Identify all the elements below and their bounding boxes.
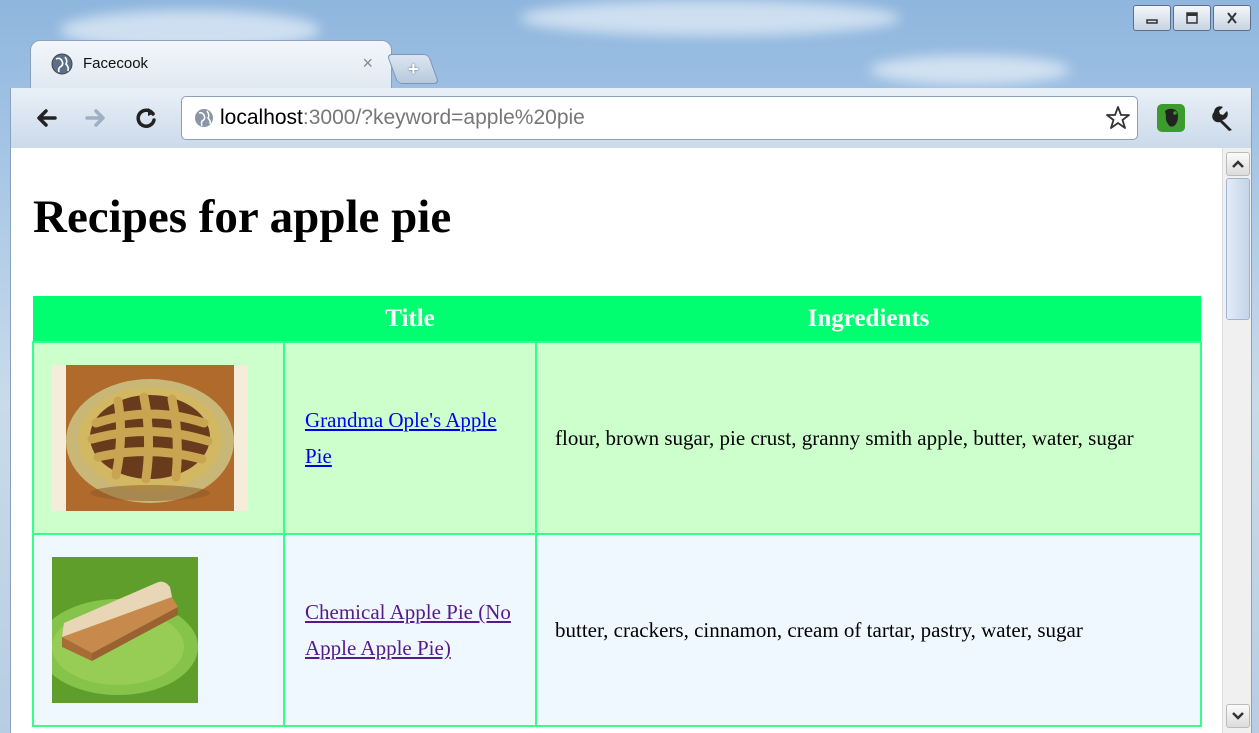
wrench-icon[interactable] bbox=[1208, 103, 1238, 133]
toolbar: localhost:3000/?keyword=apple%20pie bbox=[10, 88, 1252, 148]
recipe-image-pie-slice[interactable] bbox=[52, 557, 198, 703]
table-row: Chemical Apple Pie (No Apple Apple Pie) … bbox=[32, 533, 1202, 727]
tab-title: Facecook bbox=[83, 55, 149, 72]
window-close-icon bbox=[1227, 12, 1237, 24]
address-bar[interactable]: localhost:3000/?keyword=apple%20pie bbox=[181, 96, 1138, 140]
header-image bbox=[33, 296, 284, 342]
plus-icon: + bbox=[407, 58, 419, 79]
ingredients-cell: flour, brown sugar, pie crust, granny sm… bbox=[535, 341, 1202, 535]
image-cell bbox=[32, 341, 285, 535]
recipe-image-lattice-pie[interactable] bbox=[52, 365, 248, 511]
vertical-scrollbar[interactable] bbox=[1222, 148, 1251, 733]
forward-icon[interactable] bbox=[83, 105, 109, 131]
window-close-button[interactable] bbox=[1213, 5, 1251, 31]
window-controls bbox=[1133, 5, 1251, 31]
chevron-down-icon bbox=[1232, 712, 1244, 720]
maximize-button[interactable] bbox=[1173, 5, 1211, 31]
star-icon[interactable] bbox=[1105, 105, 1131, 131]
title-cell: Grandma Ople's Apple Pie bbox=[283, 341, 537, 535]
recipes-table: Title Ingredients Grandma Ople's Apple P… bbox=[32, 296, 1202, 727]
table-header-row: Title Ingredients bbox=[33, 296, 1201, 342]
evernote-icon[interactable] bbox=[1156, 103, 1186, 133]
new-tab-button[interactable]: + bbox=[386, 54, 440, 84]
table-row: Grandma Ople's Apple Pie flour, brown su… bbox=[32, 341, 1202, 535]
url-path: :3000/?keyword=apple%20pie bbox=[302, 106, 585, 129]
scroll-up-button[interactable] bbox=[1226, 152, 1250, 176]
chevron-up-icon bbox=[1232, 160, 1244, 168]
scrollbar-thumb[interactable] bbox=[1226, 178, 1250, 320]
url-text[interactable]: localhost:3000/?keyword=apple%20pie bbox=[220, 106, 585, 130]
page-viewport: Recipes for apple pie Title Ingredients bbox=[10, 148, 1252, 733]
minimize-icon bbox=[1146, 19, 1158, 24]
page-title: Recipes for apple pie bbox=[33, 191, 452, 243]
title-cell: Chemical Apple Pie (No Apple Apple Pie) bbox=[283, 533, 537, 727]
ingredients-cell: butter, crackers, cinnamon, cream of tar… bbox=[535, 533, 1202, 727]
recipe-link-grandma-ople[interactable]: Grandma Ople's Apple Pie bbox=[305, 408, 497, 468]
url-host: localhost bbox=[220, 106, 303, 129]
browser-window: Facecook × + localhost:3000/?keyword=app… bbox=[0, 0, 1259, 733]
page-content: Recipes for apple pie Title Ingredients bbox=[11, 148, 1221, 733]
close-icon[interactable]: × bbox=[362, 53, 373, 74]
globe-icon bbox=[195, 109, 213, 127]
back-icon[interactable] bbox=[33, 105, 59, 131]
scroll-down-button[interactable] bbox=[1226, 704, 1250, 728]
reload-icon[interactable] bbox=[133, 105, 159, 131]
header-title: Title bbox=[284, 296, 536, 342]
image-cell bbox=[32, 533, 285, 727]
globe-icon bbox=[51, 53, 73, 75]
header-ingredients: Ingredients bbox=[536, 296, 1201, 342]
minimize-button[interactable] bbox=[1133, 5, 1171, 31]
recipe-link-chemical-apple-pie[interactable]: Chemical Apple Pie (No Apple Apple Pie) bbox=[305, 600, 511, 660]
tab-facecook[interactable]: Facecook × bbox=[30, 40, 392, 89]
maximize-icon bbox=[1186, 12, 1198, 24]
